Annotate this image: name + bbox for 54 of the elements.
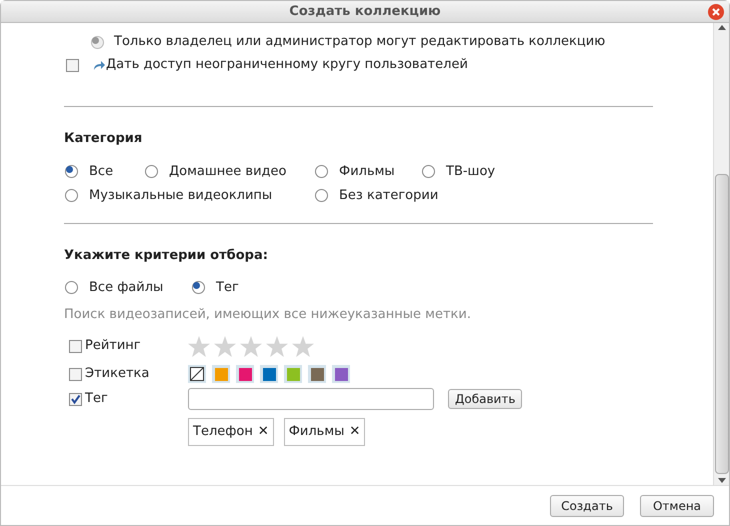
remove-tag-button[interactable]: ✕ <box>258 422 269 442</box>
option-label: Без категории <box>339 187 438 205</box>
radio-button[interactable] <box>315 164 328 178</box>
scrollbar[interactable] <box>713 23 729 485</box>
option-label: Тег <box>216 279 239 297</box>
option-label: Все файлы <box>89 279 164 297</box>
option-label: ТВ-шоу <box>446 162 496 180</box>
star-icon[interactable] <box>240 336 262 356</box>
section-heading: Укажите критерии отбора: <box>64 246 269 264</box>
arrow-icon <box>93 60 105 70</box>
close-icon[interactable] <box>708 4 724 20</box>
star-icon[interactable] <box>188 336 210 356</box>
color-swatch[interactable] <box>286 368 300 380</box>
radio-button[interactable] <box>65 281 78 294</box>
dialog-button[interactable]: Создать <box>550 494 624 516</box>
color-swatch[interactable] <box>310 368 324 380</box>
color-swatch[interactable] <box>262 368 276 380</box>
star-icon[interactable] <box>292 336 314 356</box>
dialog-button[interactable]: Отмена <box>640 494 714 516</box>
radio-button[interactable] <box>315 189 328 202</box>
star-icon[interactable] <box>214 336 236 356</box>
scroll-up-arrow-icon[interactable] <box>718 25 726 30</box>
no-label-swatch[interactable] <box>190 367 204 381</box>
radio-button[interactable] <box>65 164 78 178</box>
tag-label: Телефон <box>193 423 253 442</box>
add-button[interactable]: Добавить <box>448 389 522 409</box>
radio-button[interactable] <box>422 164 435 178</box>
tag-label: Фильмы <box>288 423 344 442</box>
option-label: Фильмы <box>339 162 395 180</box>
checkbox[interactable] <box>66 58 79 72</box>
color-swatch[interactable] <box>214 368 228 380</box>
window-title: Создать коллекцию <box>289 2 441 21</box>
option-label: Дать доступ неограниченному кругу пользователей <box>106 56 468 74</box>
option-label: Музыкальные видеоклипы <box>89 187 272 205</box>
radio-button[interactable] <box>65 189 78 202</box>
option-label: Все <box>89 162 114 180</box>
hint-text: Поиск видеозаписей, имеющих все нижеуказанные метки. <box>64 306 472 324</box>
color-swatch[interactable] <box>334 368 348 380</box>
option-label: Только владелец или администратор могут редактировать коллекцию <box>114 33 606 52</box>
color-swatch[interactable] <box>238 368 252 380</box>
radio-button[interactable] <box>192 281 205 294</box>
star-icon[interactable] <box>266 336 288 356</box>
criterion-label: Этикетка <box>85 365 150 384</box>
remove-tag-button[interactable]: ✕ <box>349 422 360 442</box>
criterion-label: Рейтинг <box>85 337 141 356</box>
radio-button[interactable] <box>145 164 158 178</box>
tag-input-field[interactable] <box>188 388 434 410</box>
criterion-label: Тег <box>85 390 108 408</box>
checkbox[interactable] <box>69 340 82 352</box>
section-heading: Категория <box>64 130 144 148</box>
checkbox[interactable] <box>69 368 82 380</box>
checkbox[interactable] <box>69 392 82 406</box>
option-label: Домашнее видео <box>169 162 286 180</box>
scroll-down-arrow-icon[interactable] <box>718 478 726 483</box>
